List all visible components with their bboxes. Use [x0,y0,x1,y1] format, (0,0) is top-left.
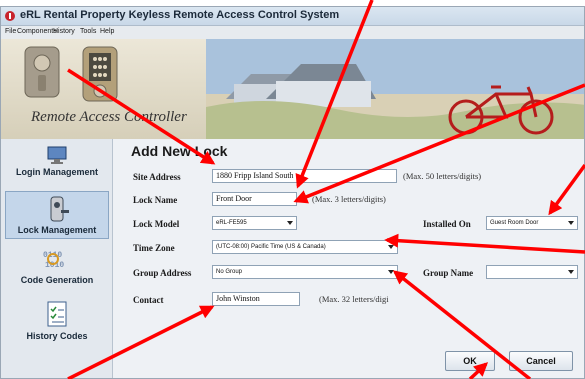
sidebar-item-code-generation[interactable]: 0110 1010 Code Generation [5,247,109,291]
lock-name-hint: (Max. 3 letters/digits) [312,194,386,204]
contact-input[interactable]: John Winston [212,292,300,306]
code-icon: 0110 1010 [43,251,64,270]
lock-model-select[interactable]: eRL-FE595 [212,216,297,230]
sidebar: Login Management Lock Management 0110 10… [1,139,113,378]
installed-on-label: Installed On [423,219,471,229]
chevron-down-icon[interactable] [287,221,293,225]
chevron-down-icon[interactable] [568,270,574,274]
sidebar-item-label: History Codes [26,331,88,341]
door-lock-image [24,46,118,102]
sidebar-item-label: Login Management [15,167,98,177]
beach-photo [206,39,584,139]
svg-text:1010: 1010 [45,261,64,270]
chevron-down-icon[interactable] [388,270,394,274]
group-name-select[interactable] [486,265,578,279]
time-zone-label: Time Zone [133,243,175,253]
history-icon [47,301,67,327]
menu-bar: File Components History Tools Help [1,26,584,39]
sidebar-item-label: Code Generation [20,275,94,285]
group-name-label: Group Name [423,268,474,278]
time-zone-select[interactable]: (UTC-08:00) Pacific Time (US & Canada) [212,240,398,254]
add-lock-form: Add New Lock Site Address 1880 Fripp Isl… [113,139,584,378]
app-icon [5,11,15,21]
group-address-value: No Group [216,269,243,275]
menu-components[interactable]: Components [17,28,57,35]
ok-button[interactable]: OK [445,351,495,371]
sidebar-item-history-codes[interactable]: History Codes [5,299,109,349]
lock-model-value: eRL-FE595 [216,220,247,226]
site-address-input[interactable]: 1880 Fripp Island South [212,169,397,183]
logo-text: Remote Access Controller [31,109,187,125]
lock-name-input[interactable]: Front Door [212,192,297,206]
lock-product-panel: Remote Access Controller [1,39,206,139]
cancel-button[interactable]: Cancel [509,351,573,371]
menu-file[interactable]: File [5,28,16,35]
lock-model-label: Lock Model [133,219,180,229]
menu-tools[interactable]: Tools [80,28,96,35]
sidebar-item-lock-management[interactable]: Lock Management [5,191,109,239]
time-zone-value: (UTC-08:00) Pacific Time (US & Canada) [216,244,326,250]
group-address-select[interactable]: No Group [212,265,398,279]
lock-name-label: Lock Name [133,195,178,205]
contact-label: Contact [133,295,164,305]
title-bar: eRL Rental Property Keyless Remote Acces… [1,7,584,26]
window-title: eRL Rental Property Keyless Remote Acces… [20,9,340,21]
installed-on-value: Guest Room Door [490,220,539,226]
login-icon [47,146,67,164]
contact-hint: (Max. 32 letters/digi [319,294,389,304]
menu-help[interactable]: Help [100,28,114,35]
group-address-label: Group Address [133,268,192,278]
chevron-down-icon[interactable] [388,245,394,249]
sidebar-item-login-management[interactable]: Login Management [5,145,109,185]
sidebar-item-label: Lock Management [17,225,97,235]
site-address-hint: (Max. 50 letters/digits) [403,171,482,181]
chevron-down-icon[interactable] [568,221,574,225]
app-window: eRL Rental Property Keyless Remote Acces… [0,6,585,379]
site-address-label: Site Address [133,172,181,182]
installed-on-select[interactable]: Guest Room Door [486,216,578,230]
menu-history[interactable]: History [53,28,75,35]
header-banner: Remote Access Controller [1,39,584,139]
svg-text:0110: 0110 [43,251,62,260]
form-title: Add New Lock [131,143,228,159]
lock-icon [50,196,69,222]
